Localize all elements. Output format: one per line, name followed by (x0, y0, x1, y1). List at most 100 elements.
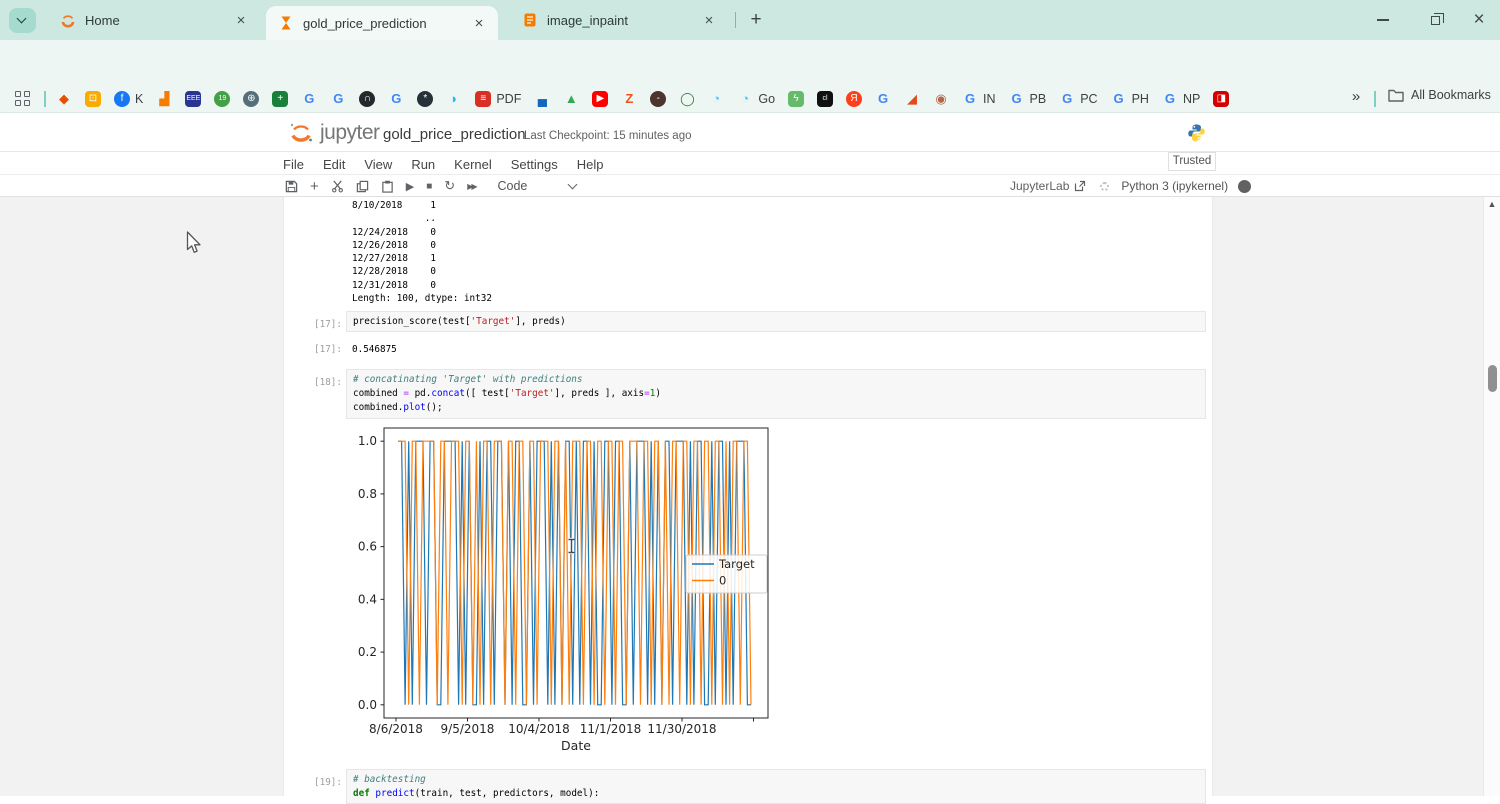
close-icon[interactable]: × (232, 12, 250, 29)
scrollbar-track[interactable]: ▲ (1483, 197, 1500, 796)
bookmark-google-4[interactable]: G (875, 91, 891, 107)
bookmark-g-np[interactable]: GNP (1162, 91, 1200, 107)
bookmark-google-2[interactable]: G (330, 91, 346, 107)
bookmark-green-ring[interactable]: ◯ (679, 91, 695, 107)
bookmark-eee[interactable]: EEE (185, 91, 201, 107)
bookmark-g-ph[interactable]: GPH (1111, 91, 1149, 107)
bookmark-swirl[interactable]: ◔ (708, 91, 724, 107)
jupyter-header: jupyter gold_price_prediction Last Check… (0, 113, 1500, 152)
tab-divider (735, 12, 736, 28)
bookmark-facebook-k[interactable]: fK (114, 91, 143, 107)
bookmark-yandex[interactable]: Я (846, 91, 862, 107)
menu-kernel[interactable]: Kernel (454, 157, 492, 172)
code-input[interactable]: # concatinating 'Target' with prediction… (346, 369, 1206, 419)
new-tab-button[interactable]: + (744, 9, 768, 33)
bookmark-pdf[interactable]: ≡PDF (475, 91, 521, 107)
tab-search-button[interactable] (9, 8, 36, 33)
tab-image-inpaint[interactable]: image_inpaint × (506, 0, 726, 40)
divider (0, 174, 1500, 175)
code-input[interactable]: # backtestingdef predict(train, test, pr… (346, 769, 1206, 804)
bookmark-google-3[interactable]: G (388, 91, 404, 107)
menu-view[interactable]: View (364, 157, 392, 172)
close-icon[interactable]: × (470, 15, 488, 32)
stop-kernel-button[interactable]: ■ (426, 181, 432, 192)
input-prompt: [19]: (314, 777, 342, 788)
eye-icon: ◉ (933, 91, 949, 107)
paste-cells-button[interactable] (381, 180, 394, 193)
notebook-cells-column: 8/10/2018 1 .. 12/24/2018 0 12/26/2018 0… (283, 197, 1213, 796)
insert-cell-button[interactable]: + (310, 178, 319, 195)
window-close-button[interactable]: × (1462, 0, 1496, 40)
svg-text:Target: Target (718, 557, 755, 571)
restart-run-all-button[interactable]: ▶▶ (467, 182, 475, 191)
bookmark-google-1[interactable]: G (301, 91, 317, 107)
bookmark-github[interactable]: ∩ (359, 91, 375, 107)
scrollbar-thumb[interactable] (1488, 365, 1497, 392)
code-input[interactable]: precision_score(test['Target'], preds) (346, 311, 1206, 332)
tab-title: Home (85, 13, 232, 28)
restart-kernel-button[interactable]: ↻ (444, 178, 455, 194)
bookmark-orange-tool[interactable]: ⊡ (85, 91, 101, 107)
bookmark-flash[interactable]: ϟ (788, 91, 804, 107)
bookmark-android[interactable]: ▲ (563, 91, 579, 107)
github-icon: ∩ (359, 91, 375, 107)
bookmark-cl-site[interactable]: cl (817, 91, 833, 107)
green-19-icon: 19 (214, 91, 230, 107)
notebook-toolbar: + ▶ ■ ↻ ▶▶ Code (285, 176, 576, 196)
menu-help[interactable]: Help (577, 157, 604, 172)
bookmark-z-site[interactable]: Z (621, 91, 637, 107)
menu-edit[interactable]: Edit (323, 157, 345, 172)
window-maximize-button[interactable] (1418, 0, 1452, 40)
scrollbar-up-arrow[interactable]: ▲ (1484, 199, 1500, 209)
bookmark-dark-wheel[interactable]: * (417, 91, 433, 107)
bookmark-dark-oval[interactable]: - (650, 91, 666, 107)
kernel-name[interactable]: Python 3 (ipykernel) (1121, 179, 1228, 193)
bookmark-kite[interactable]: ◆ (56, 91, 72, 107)
svg-text:0.8: 0.8 (358, 487, 377, 501)
jupyter-logo[interactable]: jupyter (288, 120, 380, 146)
cell-type-dropdown[interactable]: Code (498, 179, 528, 193)
bookmark-swirl-go[interactable]: ◔Go (737, 91, 775, 107)
bookmark-g-pc[interactable]: GPC (1059, 91, 1097, 107)
bookmark-globe[interactable]: ⊕ (243, 91, 259, 107)
all-bookmarks-button[interactable]: All Bookmarks (1388, 88, 1491, 102)
bookmark-matlab[interactable]: ◢ (904, 91, 920, 107)
bookmark-blue-whale[interactable]: ◗ (446, 91, 462, 107)
android-icon: ▲ (563, 91, 579, 107)
chevron-down-icon[interactable] (568, 180, 578, 190)
bookmark-analytics[interactable]: ▟ (156, 91, 172, 107)
jupyter-wordmark: jupyter (320, 121, 380, 145)
bookmark-g-in[interactable]: GIN (962, 91, 996, 107)
trusted-badge[interactable]: Trusted (1168, 152, 1216, 171)
bookmark-red-exit[interactable]: ◨ (1213, 91, 1229, 107)
google-3-icon: G (388, 91, 404, 107)
swirl-go-icon: ◔ (737, 91, 753, 107)
bookmark-g-pb[interactable]: GPB (1009, 91, 1047, 107)
bookmark-label: IN (983, 92, 996, 106)
apps-grid-icon[interactable] (15, 91, 30, 106)
bookmark-youtube[interactable]: ▶ (592, 91, 608, 107)
bookmark-green-19[interactable]: 19 (214, 91, 230, 107)
close-icon[interactable]: × (700, 12, 718, 29)
notebook-title[interactable]: gold_price_prediction (383, 126, 526, 143)
run-cell-button[interactable]: ▶ (406, 180, 414, 193)
copy-cells-button[interactable] (356, 180, 369, 193)
bookmark-eye[interactable]: ◉ (933, 91, 949, 107)
jupyterlab-link[interactable]: JupyterLab (1010, 179, 1086, 193)
bookmarks-overflow-button[interactable]: » (1346, 88, 1366, 108)
jupyter-logo-icon (60, 12, 76, 28)
menu-run[interactable]: Run (411, 157, 435, 172)
tab-home[interactable]: Home × (44, 0, 258, 40)
menu-settings[interactable]: Settings (511, 157, 558, 172)
orange-tool-icon: ⊡ (85, 91, 101, 107)
bookmark-sheets[interactable]: + (272, 91, 288, 107)
close-icon: × (1473, 11, 1484, 29)
tab-title: gold_price_prediction (303, 16, 470, 31)
menu-file[interactable]: File (283, 157, 304, 172)
tab-gold-price-prediction[interactable]: gold_price_prediction × (266, 6, 498, 40)
save-button[interactable] (285, 180, 298, 193)
bookmark-blue-bed[interactable]: ▄ (534, 91, 550, 107)
cut-cells-button[interactable] (331, 180, 344, 193)
svg-text:0: 0 (719, 574, 726, 588)
window-minimize-button[interactable] (1366, 0, 1400, 40)
